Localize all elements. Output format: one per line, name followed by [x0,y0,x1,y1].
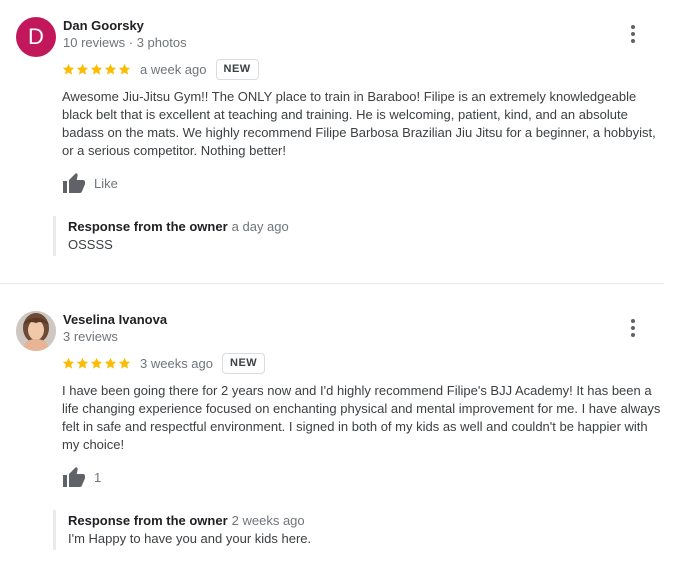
response-text: I'm Happy to have you and your kids here… [68,531,312,546]
response-time: 2 weeks ago [231,513,305,528]
like-count: 1 [94,469,102,485]
owner-response: Response from the owner a day ago OSSSS [53,216,648,256]
response-header: Response from the owner 2 weeks ago [68,510,648,530]
thumbs-up-icon [63,173,85,193]
star-icon [118,357,131,369]
star-icon [90,357,103,369]
more-options-icon[interactable] [624,316,642,340]
reviewer-meta: 10 reviews · 3 photos [63,35,187,50]
star-rating [62,357,131,370]
star-rating [62,63,131,76]
owner-response: Response from the owner 2 weeks ago I'm H… [53,510,648,550]
avatar-photo [16,311,56,351]
star-icon [62,357,75,369]
thumbs-up-icon [63,467,85,487]
reviewer-meta: 3 reviews [63,329,118,344]
star-icon [104,63,117,75]
review-time: 3 weeks ago [140,356,213,371]
response-time: a day ago [231,219,289,234]
star-icon [90,63,103,75]
star-icon [62,63,75,75]
more-options-icon[interactable] [624,22,642,46]
avatar-letter: D [28,24,44,49]
response-header: Response from the owner a day ago [68,216,648,236]
response-title: Response from the owner [68,219,228,234]
response-text: OSSSS [68,237,113,252]
avatar[interactable]: D [16,17,56,57]
star-icon [76,357,89,369]
review-text: Awesome Jiu-Jitsu Gym!! The ONLY place t… [62,89,656,158]
like-button[interactable]: 1 [62,466,101,488]
like-button[interactable]: Like [62,172,118,194]
divider [0,283,664,284]
avatar[interactable] [16,311,56,351]
review-text: I have been going there for 2 years now … [62,383,661,452]
like-label: Like [94,175,118,191]
star-icon [76,63,89,75]
rating-row: a week ago NEW [62,59,259,80]
star-icon [104,357,117,369]
new-badge: NEW [222,353,266,374]
rating-row: 3 weeks ago NEW [62,353,266,374]
star-icon [118,63,131,75]
reviewer-name[interactable]: Dan Goorsky [63,18,144,33]
response-title: Response from the owner [68,513,228,528]
new-badge: NEW [215,59,259,80]
review-time: a week ago [140,62,207,77]
reviewer-name[interactable]: Veselina Ivanova [63,312,167,327]
